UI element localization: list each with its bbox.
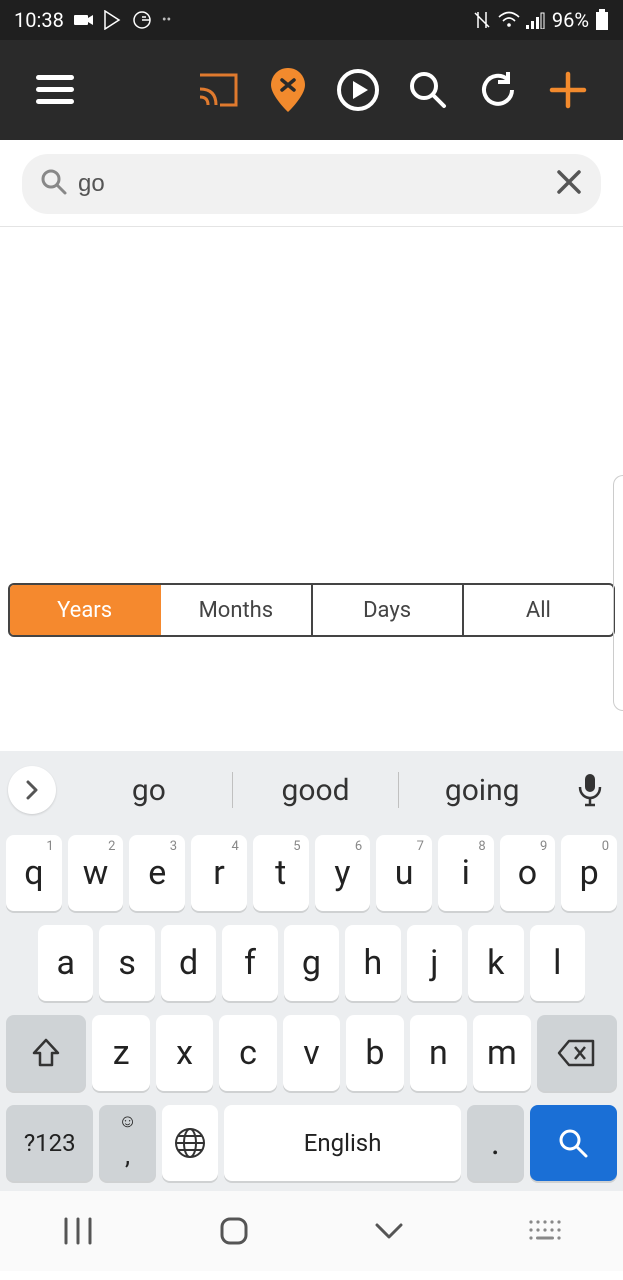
nav-back-button[interactable] <box>339 1221 439 1241</box>
key-y[interactable]: y6 <box>315 835 371 911</box>
status-time: 10:38 <box>14 8 64 32</box>
clear-search-button[interactable] <box>555 168 583 200</box>
tab-months[interactable]: Months <box>161 585 312 635</box>
key-e[interactable]: e3 <box>129 835 185 911</box>
suggestion-3[interactable]: going <box>399 773 565 808</box>
key-z[interactable]: z <box>92 1015 149 1091</box>
search-input[interactable] <box>78 170 545 198</box>
battery-icon <box>595 9 609 31</box>
keyboard-row-4: ?123 ☺ , English . <box>6 1105 617 1181</box>
soft-keyboard: go good going q1 w2 e3 r4 t5 y6 u7 i8 o9… <box>0 751 623 1191</box>
key-search-action[interactable] <box>530 1105 617 1181</box>
key-t[interactable]: t5 <box>253 835 309 911</box>
emoji-icon: ☺ <box>118 1111 136 1132</box>
nav-keyboard-switch-button[interactable] <box>495 1218 595 1244</box>
key-b[interactable]: b <box>346 1015 403 1091</box>
expand-suggestions-button[interactable] <box>8 766 56 814</box>
android-nav-bar <box>0 1191 623 1271</box>
key-k[interactable]: k <box>468 925 523 1001</box>
voice-input-button[interactable] <box>565 773 615 807</box>
key-o[interactable]: o9 <box>500 835 556 911</box>
key-r[interactable]: r4 <box>191 835 247 911</box>
keyboard-row-3: z x c v b n m <box>6 1015 617 1091</box>
battery-percent: 96% <box>552 8 589 32</box>
key-m[interactable]: m <box>473 1015 530 1091</box>
menu-button[interactable] <box>20 75 90 105</box>
suggestion-2[interactable]: good <box>233 773 399 808</box>
key-q[interactable]: q1 <box>6 835 62 911</box>
key-n[interactable]: n <box>410 1015 467 1091</box>
nav-home-button[interactable] <box>184 1215 284 1247</box>
key-g[interactable]: g <box>284 925 339 1001</box>
keyboard-row-2: a s d f g h j k l <box>6 925 617 1001</box>
key-v[interactable]: v <box>283 1015 340 1091</box>
location-button[interactable] <box>253 66 323 114</box>
nav-recent-button[interactable] <box>28 1217 128 1245</box>
tab-years[interactable]: Years <box>10 585 161 635</box>
search-button[interactable] <box>393 70 463 110</box>
vibrate-icon <box>472 10 492 30</box>
search-icon <box>40 168 68 200</box>
key-backspace[interactable] <box>537 1015 617 1091</box>
suggestion-1[interactable]: go <box>66 773 232 808</box>
suggestion-bar: go good going <box>0 751 623 829</box>
key-i[interactable]: i8 <box>438 835 494 911</box>
wifi-icon <box>498 11 520 29</box>
search-field[interactable] <box>22 154 601 214</box>
key-j[interactable]: j <box>407 925 462 1001</box>
key-language[interactable] <box>162 1105 218 1181</box>
key-symbols[interactable]: ?123 <box>6 1105 93 1181</box>
play-button[interactable] <box>323 68 393 112</box>
google-icon <box>132 10 152 30</box>
signal-icon <box>526 11 546 29</box>
key-period[interactable]: . <box>467 1105 523 1181</box>
key-w[interactable]: w2 <box>68 835 124 911</box>
key-comma[interactable]: ☺ , <box>99 1105 155 1181</box>
key-space[interactable]: English <box>224 1105 461 1181</box>
key-s[interactable]: s <box>99 925 154 1001</box>
tab-days[interactable]: Days <box>313 585 464 635</box>
keyboard-row-1: q1 w2 e3 r4 t5 y6 u7 i8 o9 p0 <box>6 835 617 911</box>
key-x[interactable]: x <box>156 1015 213 1091</box>
key-c[interactable]: c <box>219 1015 276 1091</box>
more-indicator: •• <box>162 12 171 28</box>
time-range-tabs: Years Months Days All <box>8 583 615 637</box>
add-button[interactable] <box>533 70 603 110</box>
cast-button[interactable] <box>183 73 253 107</box>
app-toolbar <box>0 40 623 140</box>
key-f[interactable]: f <box>222 925 277 1001</box>
play-store-icon <box>104 10 122 30</box>
key-a[interactable]: a <box>38 925 93 1001</box>
tab-all[interactable]: All <box>464 585 613 635</box>
fast-scroll-handle[interactable] <box>613 475 623 711</box>
key-shift[interactable] <box>6 1015 86 1091</box>
refresh-button[interactable] <box>463 70 533 110</box>
camera-indicator-icon <box>74 13 94 27</box>
key-l[interactable]: l <box>530 925 585 1001</box>
android-status-bar: 10:38 •• 96% <box>0 0 623 40</box>
key-d[interactable]: d <box>161 925 216 1001</box>
content-area: Years Months Days All <box>0 227 623 751</box>
key-p[interactable]: p0 <box>561 835 617 911</box>
key-h[interactable]: h <box>345 925 400 1001</box>
search-container <box>0 140 623 226</box>
key-u[interactable]: u7 <box>376 835 432 911</box>
